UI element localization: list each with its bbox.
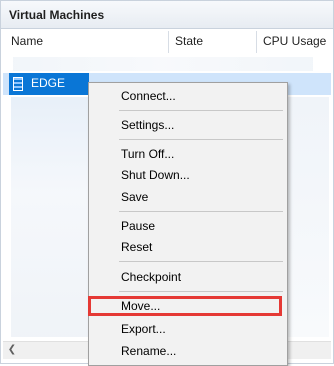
column-divider[interactable]: [168, 31, 169, 53]
vm-icon: [13, 77, 23, 91]
column-header-state[interactable]: State: [175, 29, 203, 53]
panel-header: Virtual Machines: [1, 1, 333, 29]
menu-item-checkpoint[interactable]: Checkpoint: [121, 268, 281, 286]
menu-item-export[interactable]: Export...: [121, 320, 281, 338]
column-header-cpu-usage[interactable]: CPU Usage: [263, 29, 326, 53]
panel-title: Virtual Machines: [9, 8, 105, 22]
menu-separator: [119, 211, 283, 212]
menu-separator: [119, 291, 283, 292]
menu-item-shut-down[interactable]: Shut Down...: [121, 166, 281, 184]
move-highlight-box: [88, 296, 282, 316]
menu-item-connect[interactable]: Connect...: [121, 87, 281, 105]
menu-separator: [119, 139, 283, 140]
blurred-list-area-right: [285, 97, 329, 337]
menu-separator: [119, 261, 283, 262]
menu-item-pause[interactable]: Pause: [121, 217, 281, 235]
column-header-name[interactable]: Name: [11, 29, 43, 53]
menu-item-save[interactable]: Save: [121, 188, 281, 206]
column-divider[interactable]: [256, 31, 257, 53]
blurred-row-area: [13, 57, 313, 71]
menu-item-rename[interactable]: Rename...: [121, 342, 281, 360]
blurred-list-area: [11, 97, 89, 337]
menu-item-settings[interactable]: Settings...: [121, 116, 281, 134]
chevron-left-icon[interactable]: ❮: [5, 343, 19, 357]
vm-name[interactable]: EDGE: [31, 76, 65, 90]
menu-item-turn-off[interactable]: Turn Off...: [121, 145, 281, 163]
menu-separator: [119, 110, 283, 111]
menu-item-reset[interactable]: Reset: [121, 238, 281, 256]
context-menu: Connect... Settings... Turn Off... Shut …: [88, 82, 288, 366]
